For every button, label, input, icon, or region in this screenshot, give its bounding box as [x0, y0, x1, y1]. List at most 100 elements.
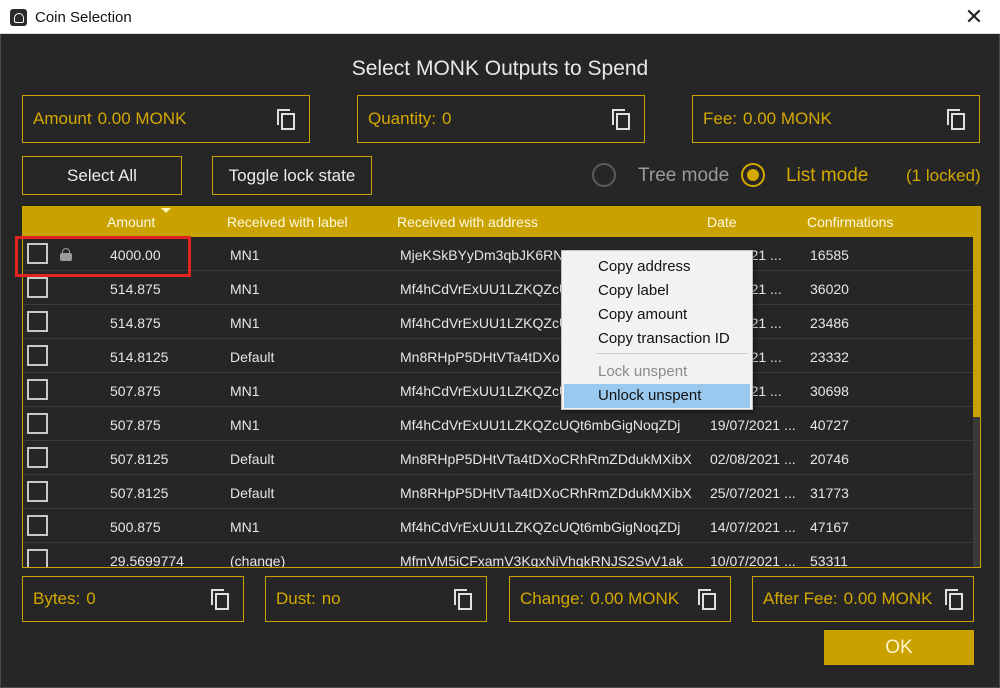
- dust-value: no: [321, 589, 341, 608]
- ok-button[interactable]: OK: [824, 630, 974, 665]
- context-menu: Copy address Copy label Copy amount Copy…: [561, 250, 753, 410]
- fee-value: 0.00 MONK: [743, 109, 832, 128]
- copy-icon[interactable]: [945, 589, 963, 610]
- amount-cell: 514.875: [110, 281, 161, 297]
- address-cell: Mn8RHpP5DHtVTa4tDXoCRhRmZDdukMXibX: [400, 451, 692, 467]
- row-checkbox[interactable]: [27, 277, 48, 298]
- confirmations-cell: 47167: [810, 519, 849, 535]
- address-cell: Mf4hCdVrExUU1LZKQZcUQt6mbGigNoqZDj: [400, 417, 681, 433]
- address-cell: Mn8RHpP5DHtVTa4tDXoCRhRmZDdukMXibX: [400, 485, 692, 501]
- dust-label: Dust: no: [276, 589, 341, 608]
- confirmations-cell: 40727: [810, 417, 849, 433]
- label-cell: MN1: [230, 417, 260, 433]
- amount-cell: 29.5699774: [110, 553, 184, 568]
- fee-box: Fee: 0.00 MONK: [692, 95, 980, 143]
- row-checkbox[interactable]: [27, 311, 48, 332]
- row-checkbox[interactable]: [27, 379, 48, 400]
- table-row[interactable]: 507.875 MN1 Mf4hCdVrExUU1LZKQZcUQt6mbGig…: [23, 407, 973, 441]
- quantity-value: 0: [442, 109, 452, 128]
- address-cell: Mf4hCdVrExUU1LZKQZcUQt6mbGigNoqZDj: [400, 519, 681, 535]
- close-icon[interactable]: ✕: [962, 4, 986, 30]
- tree-mode-label[interactable]: Tree mode: [638, 165, 729, 187]
- change-label: Change: 0.00 MONK: [520, 589, 680, 608]
- label-cell: MN1: [230, 315, 260, 331]
- menu-item-copy-amount[interactable]: Copy amount: [564, 303, 750, 327]
- row-checkbox[interactable]: [27, 345, 48, 366]
- change-value: 0.00 MONK: [590, 589, 680, 608]
- menu-item-copy-transaction-id[interactable]: Copy transaction ID: [564, 327, 750, 351]
- list-mode-radio[interactable]: [741, 163, 765, 187]
- amount-box: Amount 0.00 MONK: [22, 95, 310, 143]
- change-box: Change: 0.00 MONK: [509, 576, 731, 622]
- after-fee-value: 0.00 MONK: [843, 589, 933, 608]
- date-cell: 25/07/2021 ...: [710, 485, 796, 501]
- row-checkbox[interactable]: [27, 447, 48, 468]
- title-bar: Coin Selection ✕: [0, 0, 1000, 34]
- copy-icon[interactable]: [277, 109, 295, 130]
- copy-icon[interactable]: [211, 589, 229, 610]
- confirmations-cell: 36020: [810, 281, 849, 297]
- menu-separator: [596, 353, 748, 354]
- table-row[interactable]: 500.875 MN1 Mf4hCdVrExUU1LZKQZcUQt6mbGig…: [23, 509, 973, 543]
- confirmations-cell: 20746: [810, 451, 849, 467]
- column-header-address[interactable]: Received with address: [397, 214, 538, 230]
- label-cell: (change): [230, 553, 286, 568]
- after-fee-box: After Fee: 0.00 MONK: [752, 576, 974, 622]
- table-row[interactable]: 507.8125 Default Mn8RHpP5DHtVTa4tDXoCRhR…: [23, 475, 973, 509]
- row-checkbox[interactable]: [27, 515, 48, 536]
- scrollbar-thumb[interactable]: [973, 237, 980, 417]
- copy-icon[interactable]: [947, 109, 965, 130]
- label-cell: Default: [230, 349, 275, 365]
- table-row[interactable]: 29.5699774 (change) MfmVM5iCFxamV3KqxNiV…: [23, 543, 973, 568]
- table-header: Amount Received with label Received with…: [23, 207, 980, 237]
- amount-label: Amount 0.00 MONK: [33, 109, 187, 128]
- menu-item-copy-address[interactable]: Copy address: [564, 255, 750, 279]
- menu-item-copy-label[interactable]: Copy label: [564, 279, 750, 303]
- table-row[interactable]: 507.8125 Default Mn8RHpP5DHtVTa4tDXoCRhR…: [23, 441, 973, 475]
- amount-cell: 507.8125: [110, 485, 169, 501]
- confirmations-cell: 31773: [810, 485, 849, 501]
- list-mode-label[interactable]: List mode: [786, 165, 868, 187]
- fee-label: Fee: 0.00 MONK: [703, 109, 832, 128]
- bytes-value: 0: [86, 589, 96, 608]
- row-checkbox[interactable]: [27, 413, 48, 434]
- copy-icon[interactable]: [612, 109, 630, 130]
- address-cell: MfmVM5iCFxamV3KqxNiVhqkRNJS2SvV1ak: [400, 553, 684, 568]
- tree-mode-radio[interactable]: [592, 163, 616, 187]
- app-icon: [10, 9, 27, 26]
- bytes-label: Bytes: 0: [33, 589, 96, 608]
- column-header-date[interactable]: Date: [707, 214, 737, 230]
- row-checkbox[interactable]: [27, 549, 48, 567]
- column-header-amount[interactable]: Amount: [107, 214, 155, 230]
- page-title: Select MONK Outputs to Spend: [351, 57, 649, 80]
- confirmations-cell: 53311: [810, 553, 848, 568]
- locked-count: (1 locked): [906, 166, 981, 185]
- table-scrollbar[interactable]: [973, 237, 980, 567]
- address-cell: Mf4hCdVrExUU1LZKQZcU: [400, 281, 570, 297]
- amount-cell: 500.875: [110, 519, 161, 535]
- label-cell: MN1: [230, 383, 260, 399]
- label-cell: MN1: [230, 247, 260, 263]
- column-header-label[interactable]: Received with label: [227, 214, 348, 230]
- date-cell: 14/07/2021 ...: [710, 519, 796, 535]
- date-cell: 19/07/2021 ...: [710, 417, 796, 433]
- table-row[interactable]: 507.875 MN1 Mf4hCdVrExUU1LZKQZcU 2021 ..…: [23, 373, 973, 407]
- copy-icon[interactable]: [698, 589, 716, 610]
- amount-cell: 507.8125: [110, 451, 169, 467]
- menu-item-lock-unspent: Lock unspent: [598, 363, 688, 380]
- copy-icon[interactable]: [454, 589, 472, 610]
- address-cell: MjeKSkBYyDm3qbJK6RNc: [400, 247, 571, 263]
- toggle-lock-state-button[interactable]: Toggle lock state: [212, 156, 372, 195]
- menu-item-unlock-unspent[interactable]: Unlock unspent: [564, 384, 750, 408]
- date-cell: 10/07/2021 ...: [710, 553, 796, 568]
- confirmations-cell: 23332: [810, 349, 849, 365]
- amount-cell: 514.875: [110, 315, 161, 331]
- amount-cell: 507.875: [110, 383, 161, 399]
- row-checkbox[interactable]: [27, 481, 48, 502]
- table-row[interactable]: 514.875 MN1 Mf4hCdVrExUU1LZKQZcU 2021 ..…: [23, 305, 973, 339]
- select-all-button[interactable]: Select All: [22, 156, 182, 195]
- column-header-confirmations[interactable]: Confirmations: [807, 214, 893, 230]
- dust-box: Dust: no: [265, 576, 487, 622]
- address-cell: Mn8RHpP5DHtVTa4tDXo: [400, 349, 560, 365]
- table-row[interactable]: 514.8125 Default Mn8RHpP5DHtVTa4tDXo 202…: [23, 339, 973, 373]
